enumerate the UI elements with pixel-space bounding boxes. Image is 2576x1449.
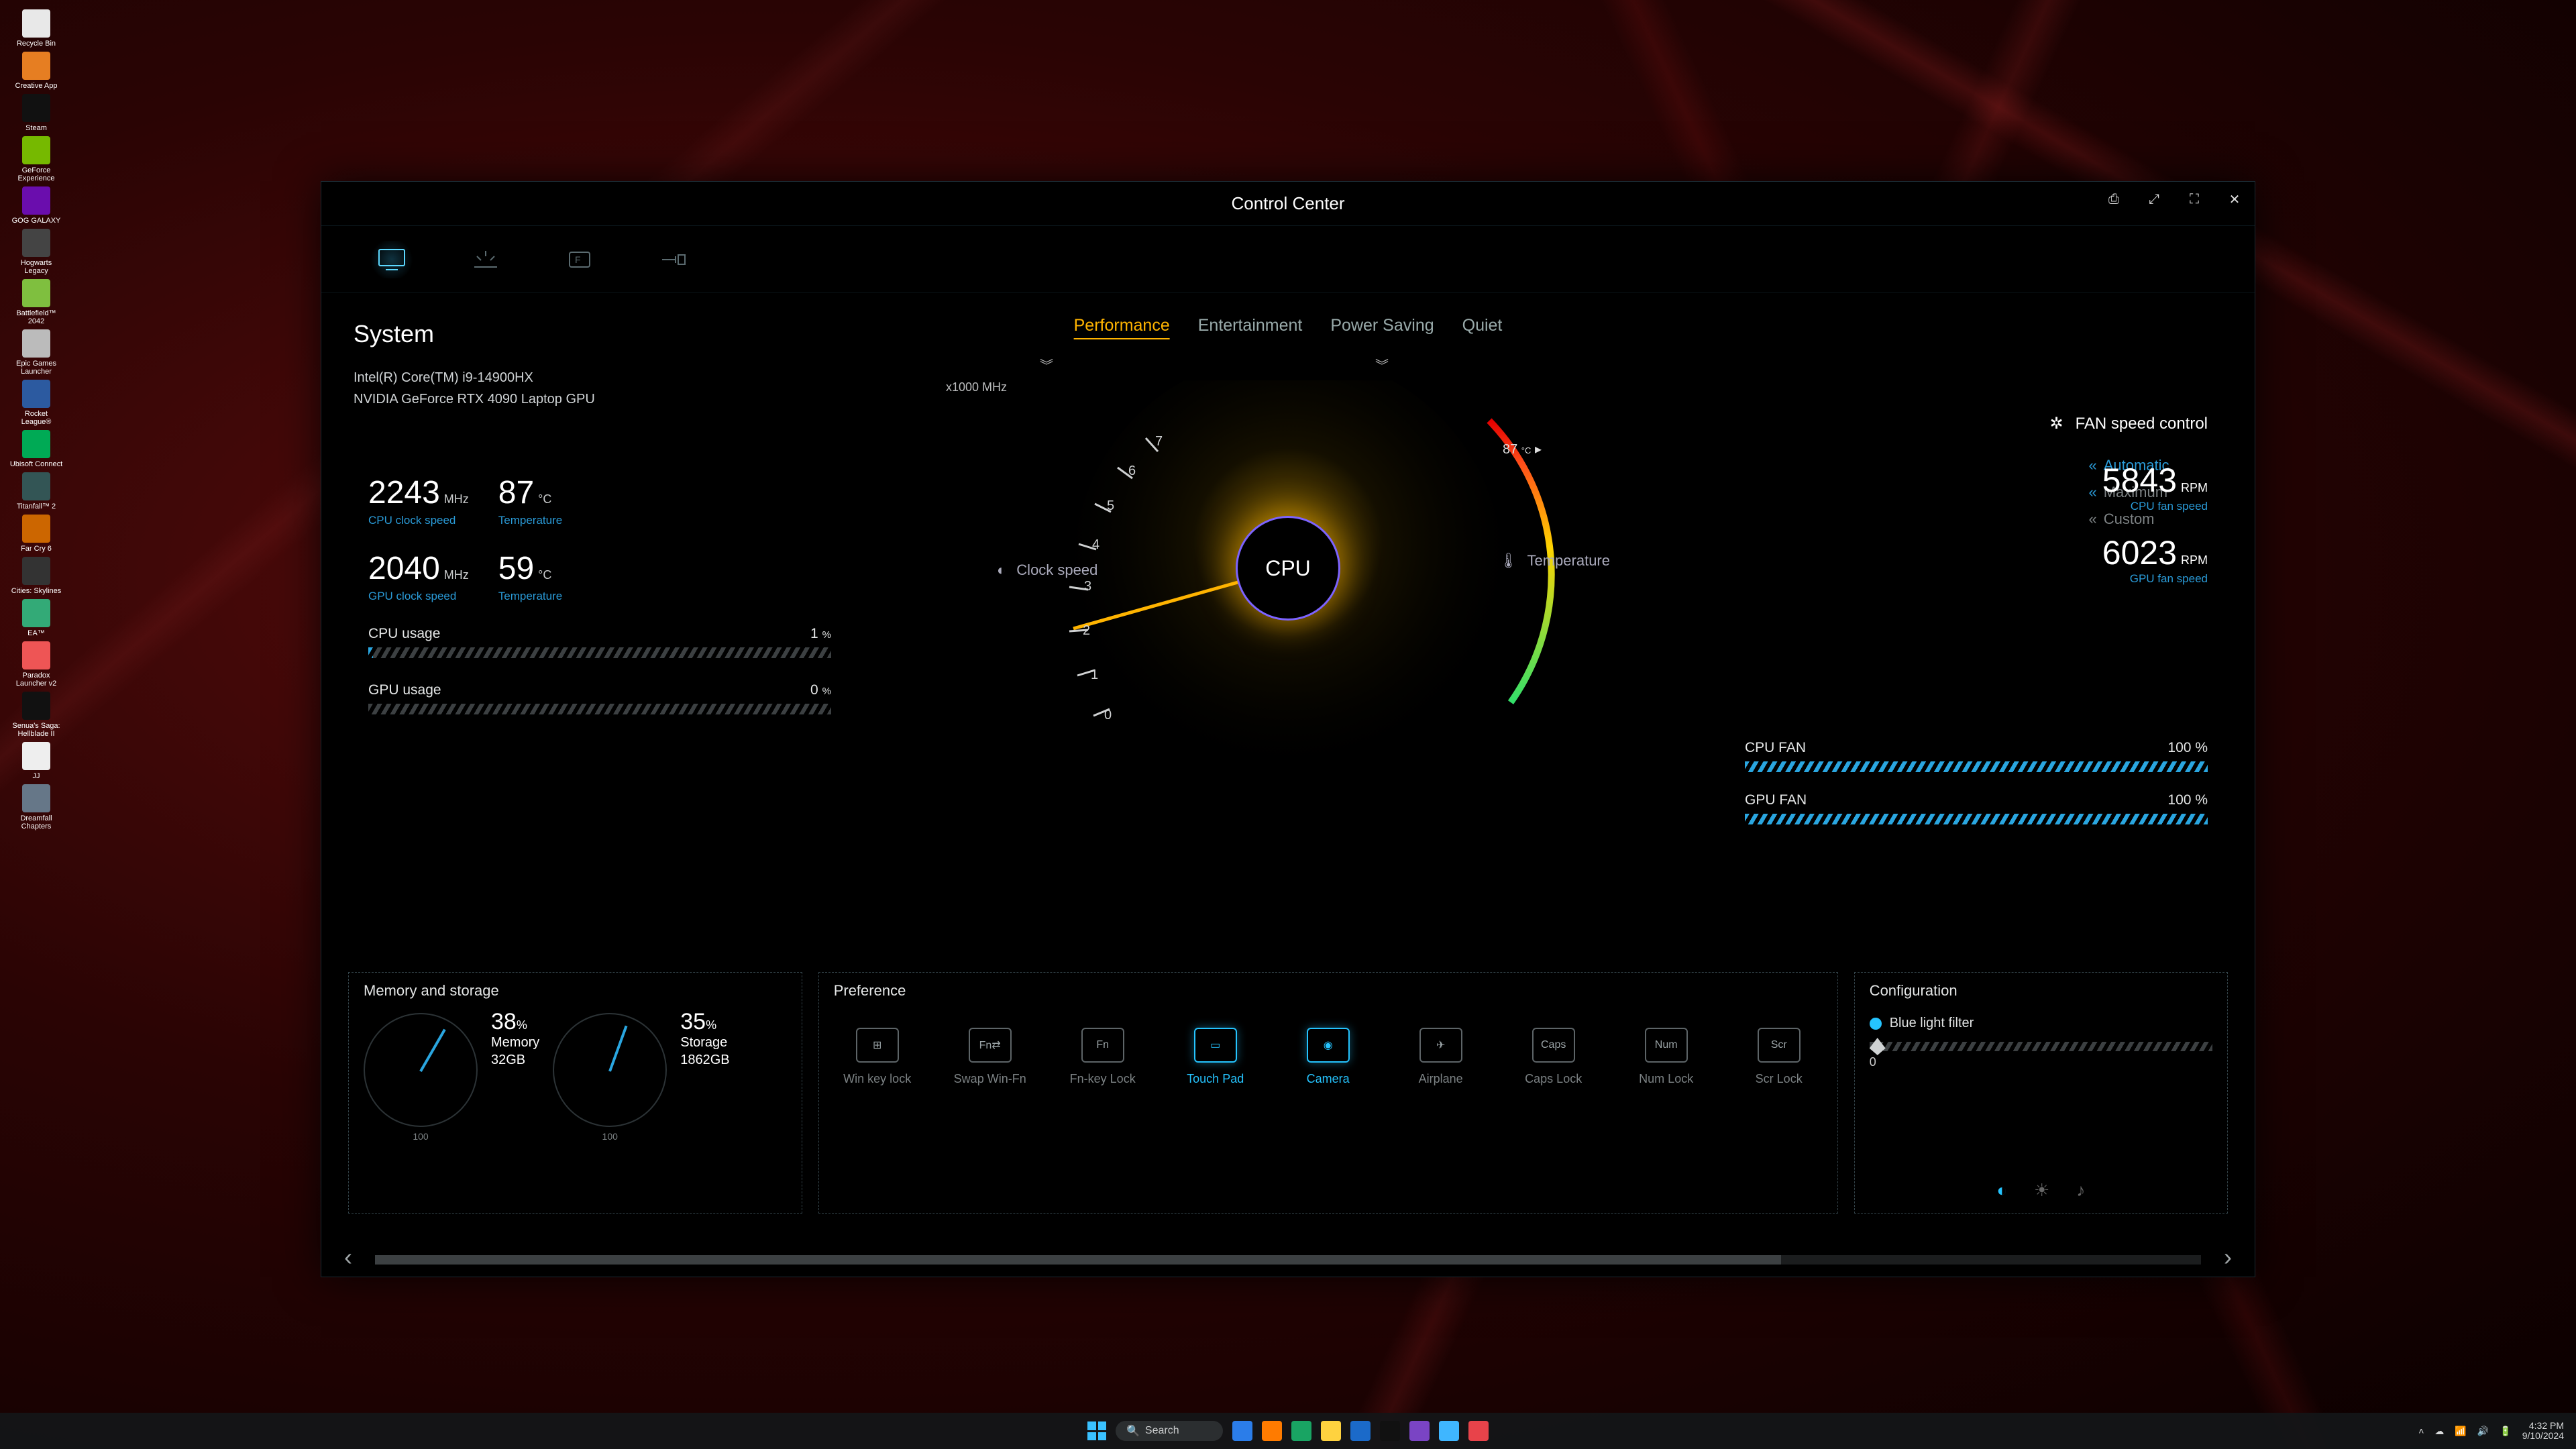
svg-text:F: F (575, 254, 581, 265)
close-icon[interactable]: ✕ (2220, 184, 2249, 214)
nav-keyboard-icon[interactable]: F (556, 241, 603, 278)
storage-dial: 100 (553, 1013, 667, 1127)
nav-tabs: F (321, 226, 2255, 293)
blue-light-slider[interactable]: 0 (1870, 1042, 2212, 1069)
scroll-left-arrow[interactable]: ‹ (344, 1243, 352, 1271)
nav-peripherals-icon[interactable] (650, 241, 697, 278)
clock-temp-stats: 2243MHz CPU clock speed 87°C Temperature… (368, 474, 831, 714)
desktop-icon[interactable]: Battlefield™ 2042 (9, 279, 63, 325)
thermometer-icon: 🌡 (1499, 552, 1518, 570)
gauge-icon: ◐ (997, 561, 1006, 579)
mode-tab-performance[interactable]: Performance (1074, 316, 1170, 339)
taskbar-app[interactable] (1262, 1421, 1282, 1441)
desktop-icon[interactable]: GeForce Experience (9, 136, 63, 182)
mode-tab-quiet[interactable]: Quiet (1462, 316, 1503, 339)
pref-num-lock[interactable]: NumNum Lock (1623, 1028, 1710, 1086)
chevron-down-icon[interactable]: ︾ (1375, 355, 1389, 374)
memory-dial: 100 (364, 1013, 478, 1127)
fan-icon: ✲ (2049, 414, 2063, 433)
battery-icon[interactable]: 🔋 (2500, 1426, 2511, 1437)
horizontal-scrollbar[interactable] (375, 1255, 2201, 1265)
desktop-icon[interactable]: Dreamfall Chapters (9, 784, 63, 830)
titlebar: Control Center ⎙ ⤢ ⛶ ✕ (321, 182, 2255, 226)
pref-swap-win-fn[interactable]: Fn⇄Swap Win-Fn (947, 1028, 1034, 1086)
start-button[interactable] (1087, 1421, 1106, 1440)
cpu-gauge: CPU 0 1 2 3 4 5 6 7 x1000 MHz ◐Clock spe… (946, 380, 1630, 810)
cpu-name: Intel(R) Core(TM) i9-14900HX (354, 367, 595, 388)
maximize-icon[interactable]: ⛶ (2180, 184, 2209, 214)
taskbar-app[interactable] (1321, 1421, 1341, 1441)
desktop-icon[interactable]: Paradox Launcher v2 (9, 641, 63, 688)
taskbar-search[interactable]: 🔍Search (1116, 1421, 1223, 1441)
memory-storage-panel: Memory and storage 100 38% Memory 32GB 1… (348, 972, 802, 1214)
configuration-panel: Configuration Blue light filter 0 ◐ ☀ ♪ (1854, 972, 2228, 1214)
taskbar-app[interactable] (1409, 1421, 1430, 1441)
desktop-icon[interactable]: Creative App (9, 52, 63, 90)
desktop-icon[interactable]: Epic Games Launcher (9, 329, 63, 376)
restore-icon[interactable]: ⤢ (2139, 184, 2169, 214)
scroll-right-arrow[interactable]: › (2224, 1243, 2232, 1271)
pref-touch-pad[interactable]: ▭Touch Pad (1172, 1028, 1259, 1086)
blue-light-mode-icon[interactable]: ◐ (1996, 1180, 2007, 1201)
volume-icon[interactable]: 🔊 (2477, 1426, 2489, 1437)
export-icon[interactable]: ⎙ (2099, 184, 2129, 214)
taskbar-clock[interactable]: 4:32 PM9/10/2024 (2522, 1421, 2564, 1441)
desktop-icon[interactable]: Ubisoft Connect (9, 430, 63, 468)
pref-fn-key-lock[interactable]: FnFn-key Lock (1059, 1028, 1146, 1086)
desktop-icon[interactable]: Hogwarts Legacy (9, 229, 63, 275)
pref-airplane[interactable]: ✈Airplane (1397, 1028, 1485, 1086)
taskbar: 🔍Search ˄ ☁ 📶 🔊 🔋 4:32 PM9/10/2024 (0, 1413, 2576, 1449)
taskbar-app[interactable] (1439, 1421, 1459, 1441)
pref-scr-lock[interactable]: ScrScr Lock (1735, 1028, 1823, 1086)
cpu-usage-row: CPU usage1% (368, 626, 831, 658)
system-heading: System (354, 320, 595, 348)
taskbar-app[interactable] (1232, 1421, 1252, 1441)
brightness-mode-icon[interactable]: ☀ (2034, 1180, 2049, 1201)
audio-mode-icon[interactable]: ♪ (2076, 1180, 2085, 1201)
system-tray[interactable]: ˄ ☁ 📶 🔊 🔋 4:32 PM9/10/2024 (2418, 1421, 2564, 1441)
desktop-icon[interactable]: Steam (9, 94, 63, 132)
power-mode-tabs: Performance Entertainment Power Saving Quie… (1074, 316, 1503, 339)
desktop-icon[interactable]: Cities: Skylines (9, 557, 63, 595)
desktop-icon[interactable]: GOG GALAXY (9, 186, 63, 225)
taskbar-app[interactable] (1468, 1421, 1489, 1441)
nav-system-icon[interactable] (368, 241, 415, 278)
gpu-name: NVIDIA GeForce RTX 4090 Laptop GPU (354, 388, 595, 410)
chevron-up-icon[interactable]: ˄ (2418, 1426, 2424, 1436)
wifi-icon[interactable]: 📶 (2455, 1426, 2466, 1437)
desktop-icon[interactable]: EA™ (9, 599, 63, 637)
gauge-center-label: CPU (1236, 516, 1340, 621)
desktop-icons: Recycle Bin Creative App Steam GeForce Expe… (9, 9, 63, 830)
pref-caps-lock[interactable]: CapsCaps Lock (1510, 1028, 1597, 1086)
pref-win-key-lock[interactable]: ⊞Win key lock (834, 1028, 921, 1086)
fan-usage: CPU FAN100 % GPU FAN100 % (1745, 740, 2208, 824)
preference-panel: Preference ⊞Win key lockFn⇄Swap Win-FnFn… (818, 972, 1838, 1214)
gpu-usage-row: GPU usage0% (368, 682, 831, 714)
mode-tab-power-saving[interactable]: Power Saving (1330, 316, 1434, 339)
control-center-window: Control Center ⎙ ⤢ ⛶ ✕ F System Intel(R)… (321, 181, 2255, 1277)
desktop-icon[interactable]: Recycle Bin (9, 9, 63, 48)
desktop-icon[interactable]: Titanfall™ 2 (9, 472, 63, 511)
desktop-icon[interactable]: Senua's Saga: Hellblade II (9, 692, 63, 738)
blue-light-radio[interactable] (1870, 1018, 1882, 1030)
taskbar-app[interactable] (1291, 1421, 1311, 1441)
search-icon: 🔍 (1126, 1424, 1140, 1438)
nav-lighting-icon[interactable] (462, 241, 509, 278)
chevron-down-icon[interactable]: ︾ (1040, 355, 1053, 374)
desktop-icon[interactable]: JJ (9, 742, 63, 780)
fan-panel: ✲FAN speed control «Automatic«Maximum«Cu… (2043, 414, 2208, 533)
taskbar-app[interactable] (1380, 1421, 1400, 1441)
window-title: Control Center (1231, 193, 1344, 214)
taskbar-app[interactable] (1350, 1421, 1371, 1441)
pref-camera[interactable]: ◉Camera (1285, 1028, 1372, 1086)
cloud-icon[interactable]: ☁ (2434, 1426, 2444, 1437)
desktop-icon[interactable]: Rocket League® (9, 380, 63, 426)
system-info: System Intel(R) Core(TM) i9-14900HX NVID… (354, 320, 595, 410)
temp-marker: 87 °C ▸ (1503, 441, 1542, 458)
desktop-icon[interactable]: Far Cry 6 (9, 515, 63, 553)
mode-tab-entertainment[interactable]: Entertainment (1198, 316, 1303, 339)
